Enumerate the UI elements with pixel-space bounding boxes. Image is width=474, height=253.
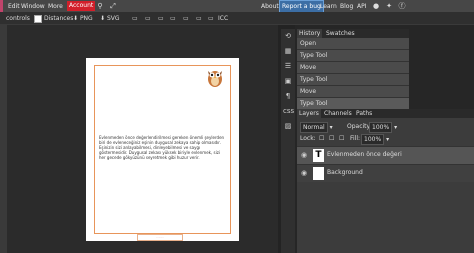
layers-tabs: Layers Channels Paths bbox=[297, 109, 474, 118]
layers-panel: Layers Channels Paths Normal ▾ Opacity: … bbox=[297, 109, 474, 253]
fill-input[interactable]: 100% ▾ bbox=[361, 134, 389, 145]
history-item[interactable]: Type Tool bbox=[297, 50, 409, 62]
controls-label: controls bbox=[6, 15, 30, 22]
layer-thumbnail-text: T bbox=[313, 149, 324, 162]
owl-icon bbox=[208, 71, 222, 87]
image-icon[interactable]: ▨ bbox=[283, 121, 293, 131]
menu-edit[interactable]: Edit bbox=[8, 2, 20, 11]
fullscreen-icon[interactable]: ⤢ bbox=[108, 1, 118, 11]
paragraph-icon[interactable]: ¶ bbox=[283, 91, 293, 101]
menubar-accent-strip bbox=[0, 0, 3, 12]
export-png-button[interactable]: ⬇ PNG bbox=[73, 14, 93, 23]
options-bar: controls Distances ⬇ PNG ⬇ SVG ▭ ▭ ▭ ▭ ▭… bbox=[0, 12, 474, 25]
menubar: Edit Window More Account ⚲ ⤢ About Repor… bbox=[0, 0, 474, 13]
css-icon[interactable]: css bbox=[283, 106, 294, 116]
tab-swatches[interactable]: Swatches bbox=[324, 29, 357, 38]
export-svg-button[interactable]: ⬇ SVG bbox=[100, 14, 120, 23]
distances-label: Distances bbox=[44, 15, 74, 22]
distances-toggle[interactable]: Distances bbox=[34, 14, 73, 23]
tab-history[interactable]: History bbox=[297, 29, 323, 38]
history-icon[interactable]: ⟲ bbox=[283, 31, 293, 41]
align-icon-2[interactable]: ▭ bbox=[145, 14, 151, 23]
history-item[interactable]: Move bbox=[297, 86, 409, 98]
opacity-input[interactable]: 100% ▾ bbox=[369, 122, 397, 133]
tab-channels[interactable]: Channels bbox=[322, 109, 354, 118]
menu-more[interactable]: More bbox=[48, 2, 63, 11]
lock-position-checkbox[interactable]: ☐ bbox=[329, 134, 334, 143]
opacity-value: 100% bbox=[369, 122, 393, 133]
align-icon-3[interactable]: ▭ bbox=[158, 14, 164, 23]
layer-row-text[interactable]: ◉ T Evlenmeden önce değeri bbox=[297, 146, 474, 164]
lock-all-checkbox[interactable]: ☐ bbox=[339, 134, 344, 143]
fill-label: Fill: bbox=[350, 135, 361, 142]
eye-icon[interactable]: ◉ bbox=[301, 169, 307, 177]
layer-thumbnail-background bbox=[313, 167, 324, 180]
swatches-icon[interactable]: ▦ bbox=[283, 46, 293, 56]
icc-label[interactable]: ICC bbox=[218, 14, 228, 23]
tab-paths[interactable]: Paths bbox=[354, 109, 374, 118]
menu-account[interactable]: Account bbox=[67, 1, 96, 11]
layer-name[interactable]: Background bbox=[327, 169, 363, 176]
reddit-icon[interactable]: ● bbox=[371, 1, 381, 11]
search-icon[interactable]: ⚲ bbox=[95, 1, 105, 11]
align-icon-7[interactable]: ▭ bbox=[208, 14, 214, 23]
menu-window[interactable]: Window bbox=[21, 2, 45, 11]
layer-row-background[interactable]: ◉ Background bbox=[297, 164, 474, 182]
toolbar-left bbox=[0, 25, 7, 253]
opacity-label: Opacity: bbox=[347, 123, 372, 130]
png-label: PNG bbox=[79, 15, 93, 22]
history-panel: History Swatches Open Type Tool Move Typ… bbox=[297, 29, 409, 110]
link-about[interactable]: About bbox=[261, 2, 279, 11]
svg-label: SVG bbox=[106, 15, 120, 22]
tab-layers[interactable]: Layers bbox=[297, 109, 321, 118]
link-blog[interactable]: Blog bbox=[340, 2, 353, 11]
properties-icon[interactable]: ▣ bbox=[283, 76, 293, 86]
align-icon-4[interactable]: ▭ bbox=[170, 14, 176, 23]
eye-icon[interactable]: ◉ bbox=[301, 151, 307, 159]
align-icon-6[interactable]: ▭ bbox=[196, 14, 202, 23]
facebook-icon[interactable]: ⓕ bbox=[397, 1, 407, 11]
document-footer: ········· bbox=[137, 234, 183, 241]
align-icon-5[interactable]: ▭ bbox=[183, 14, 189, 23]
twitter-icon[interactable]: ✦ bbox=[384, 1, 394, 11]
distances-checkbox[interactable] bbox=[34, 14, 42, 23]
lock-label: Lock: bbox=[300, 135, 316, 142]
history-item[interactable]: Type Tool bbox=[297, 74, 409, 86]
blend-mode-value: Normal bbox=[300, 122, 328, 133]
fill-value: 100% bbox=[361, 134, 385, 145]
history-item[interactable]: Move bbox=[297, 62, 409, 74]
link-api[interactable]: API bbox=[357, 2, 367, 11]
layer-name[interactable]: Evlenmeden önce değeri bbox=[327, 151, 402, 158]
align-icon-1[interactable]: ▭ bbox=[132, 14, 138, 23]
history-tabs: History Swatches bbox=[297, 29, 409, 38]
adjust-icon[interactable]: ☰ bbox=[283, 61, 293, 71]
blend-mode-select[interactable]: Normal ▾ bbox=[300, 122, 333, 133]
document-body-text[interactable]: Evlenmeden önce değerlendirilmesi gereke… bbox=[99, 135, 227, 160]
lock-pixels-checkbox[interactable]: ☐ bbox=[319, 134, 324, 143]
link-learn[interactable]: Learn bbox=[320, 2, 337, 11]
history-item[interactable]: Open bbox=[297, 38, 409, 50]
